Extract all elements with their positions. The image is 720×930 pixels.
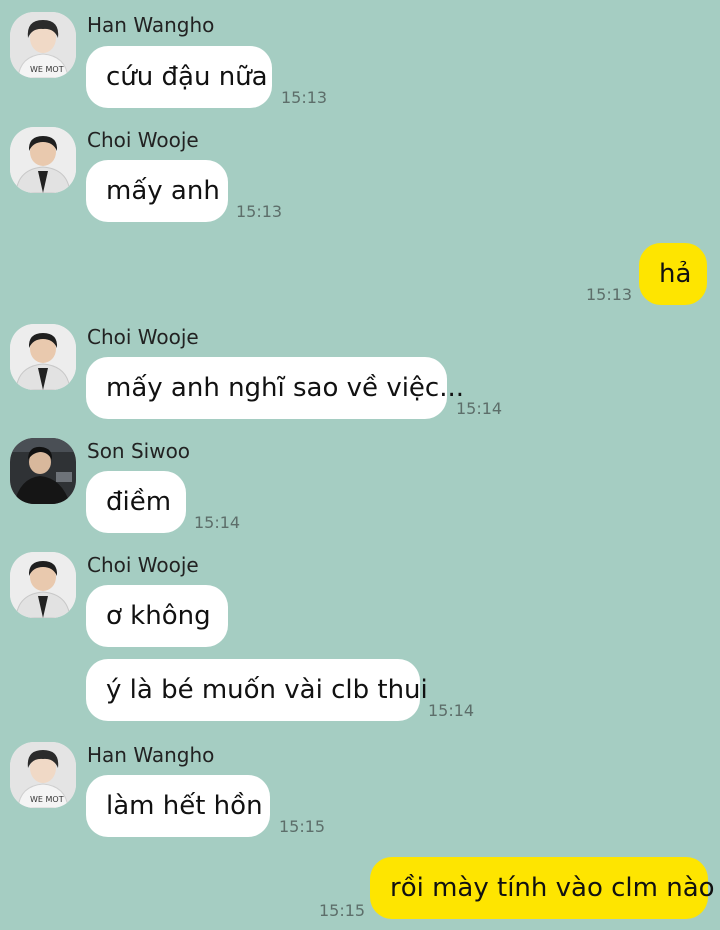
message-time: 15:13 xyxy=(281,88,328,107)
sender-name: Son Siwoo xyxy=(87,439,191,463)
message-bubble[interactable]: hả xyxy=(639,243,707,305)
message-bubble[interactable]: mấy anh xyxy=(86,160,228,222)
message-time: 15:14 xyxy=(194,513,241,532)
choi-wooje-avatar[interactable] xyxy=(10,127,76,193)
message-bubble[interactable]: ý là bé muốn vài clb thui xyxy=(86,659,428,721)
sender-name: Han Wangho xyxy=(87,13,215,37)
choi-wooje-avatar[interactable] xyxy=(10,324,76,390)
message-bubble[interactable]: làm hết hồn xyxy=(86,775,270,837)
message-bubble[interactable]: mấy anh nghĩ sao về việc... xyxy=(86,357,464,419)
han-wangho-avatar[interactable]: WE MOT xyxy=(10,742,76,808)
message-time: 15:15 xyxy=(319,901,366,920)
message-bubble[interactable]: điềm xyxy=(86,471,186,533)
svg-text:WE MOT: WE MOT xyxy=(30,795,64,804)
sender-name: Choi Wooje xyxy=(87,553,199,577)
sender-name: Han Wangho xyxy=(87,743,215,767)
han-wangho-avatar[interactable]: WE MOT xyxy=(10,12,76,78)
message-bubble[interactable]: rồi mày tính vào clm nào xyxy=(370,857,715,919)
son-siwoo-avatar[interactable] xyxy=(10,438,76,504)
message-time: 15:14 xyxy=(456,399,503,418)
message-time: 15:14 xyxy=(428,701,475,720)
message-time: 15:15 xyxy=(279,817,326,836)
message-time: 15:13 xyxy=(586,285,633,304)
message-time: 15:13 xyxy=(236,202,283,221)
sender-name: Choi Wooje xyxy=(87,128,199,152)
choi-wooje-avatar[interactable] xyxy=(10,552,76,618)
sender-name: Choi Wooje xyxy=(87,325,199,349)
message-bubble[interactable]: cứu đậu nữa xyxy=(86,46,272,108)
svg-text:WE MOT: WE MOT xyxy=(30,65,64,74)
message-bubble[interactable]: ơ không xyxy=(86,585,228,647)
